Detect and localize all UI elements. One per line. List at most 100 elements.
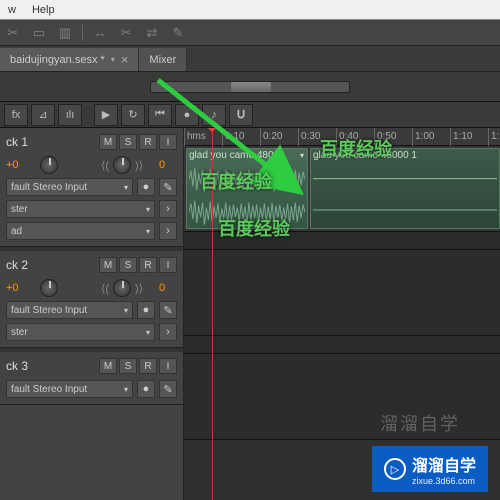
- tab-file-label: baidujingyan.sesx *: [10, 54, 105, 66]
- track-2-volume[interactable]: +0: [6, 282, 36, 294]
- record-button[interactable]: ●: [175, 104, 199, 126]
- waveform-icon: [313, 163, 497, 226]
- logo-badge: ▷ 溜溜自学 zixue.3d66.com: [372, 446, 488, 492]
- ruler-tick: 1:20: [488, 128, 500, 146]
- input-edit-icon[interactable]: ✎: [159, 380, 177, 398]
- input-edit-icon[interactable]: ✎: [159, 301, 177, 319]
- timeline-area[interactable]: hms 0:10 0:20 0:30 0:40 0:50 1:00 1:10 1…: [184, 128, 500, 500]
- track-2-lane[interactable]: [184, 250, 500, 336]
- tool-brush-icon[interactable]: ✎: [169, 24, 187, 42]
- chevron-down-icon: ▾: [146, 205, 150, 214]
- pan-knob[interactable]: [113, 156, 131, 174]
- chevron-down-icon: ▾: [146, 328, 150, 337]
- clip-2-label: glad you came 48000 1: [313, 150, 417, 161]
- solo-button[interactable]: S: [119, 257, 137, 273]
- transport-toolbar: fx ⊿ ılı ▶ ↻ ⏮ ● ♪: [0, 102, 500, 128]
- ruler-tick: 0:30: [298, 128, 320, 146]
- eq-button[interactable]: ılı: [58, 104, 82, 126]
- playhead[interactable]: [212, 128, 213, 500]
- track-2-input[interactable]: fault Stereo Input▾: [6, 301, 133, 319]
- solo-button[interactable]: S: [119, 134, 137, 150]
- play-icon: ▷: [384, 458, 406, 480]
- tabbar: baidujingyan.sesx * ▾ × Mixer: [0, 46, 500, 72]
- input-record-icon[interactable]: ●: [137, 178, 155, 196]
- audio-clip-2[interactable]: glad you came 48000 1: [310, 148, 500, 229]
- track-1-bus[interactable]: ad▾: [6, 222, 155, 240]
- chevron-down-icon[interactable]: ▾: [111, 55, 115, 64]
- play-button[interactable]: ▶: [94, 104, 118, 126]
- time-ruler[interactable]: hms 0:10 0:20 0:30 0:40 0:50 1:00 1:10 1…: [184, 128, 500, 146]
- logo-text: 溜溜自学: [412, 452, 476, 476]
- track-3-name[interactable]: ck 3: [6, 359, 28, 373]
- track-1-input[interactable]: fault Stereo Input▾: [6, 178, 133, 196]
- track-1-msr: M S R I: [99, 134, 177, 150]
- loop-button[interactable]: ↻: [121, 104, 145, 126]
- skip-back-button[interactable]: ⏮: [148, 104, 172, 126]
- send-button[interactable]: ⊿: [31, 104, 55, 126]
- mute-button[interactable]: M: [99, 358, 117, 374]
- monitor-button[interactable]: I: [159, 134, 177, 150]
- menu-w[interactable]: w: [8, 4, 16, 16]
- track-1-lane[interactable]: glad you came 48000 ▾ glad you came 4800…: [184, 146, 500, 232]
- record-arm-button[interactable]: R: [139, 358, 157, 374]
- menu-help[interactable]: Help: [32, 4, 55, 16]
- track-3-input[interactable]: fault Stereo Input▾: [6, 380, 133, 398]
- track-3-lane[interactable]: [184, 354, 500, 440]
- track-2-msr: M S R I: [99, 257, 177, 273]
- track-3-msr: M S R I: [99, 358, 177, 374]
- track-1-name[interactable]: ck 1: [6, 135, 28, 149]
- zoom-grip[interactable]: [231, 82, 271, 92]
- track-1-output[interactable]: ster▾: [6, 200, 155, 218]
- track-2-name[interactable]: ck 2: [6, 258, 28, 272]
- input-record-icon[interactable]: ●: [137, 301, 155, 319]
- tool-cut-icon[interactable]: ✂: [4, 24, 22, 42]
- track-2-output[interactable]: ster▾: [6, 323, 155, 341]
- fx-button[interactable]: fx: [4, 104, 28, 126]
- track-1-pan[interactable]: 0: [147, 159, 177, 171]
- output-arrow-icon[interactable]: ›: [159, 200, 177, 218]
- volume-knob[interactable]: [40, 279, 58, 297]
- solo-button[interactable]: S: [119, 358, 137, 374]
- ruler-tick: 0:10: [222, 128, 244, 146]
- tool-razor-icon[interactable]: ✂: [117, 24, 135, 42]
- monitor-button[interactable]: I: [159, 257, 177, 273]
- output-arrow-icon[interactable]: ›: [159, 323, 177, 341]
- ruler-hms: hms: [184, 128, 206, 146]
- track-1-volume[interactable]: +0: [6, 159, 36, 171]
- monitor-button[interactable]: I: [159, 358, 177, 374]
- chevron-down-icon: ▾: [124, 385, 128, 394]
- mute-button[interactable]: M: [99, 134, 117, 150]
- tab-mixer-label: Mixer: [149, 54, 176, 66]
- zoom-scrollbar[interactable]: [150, 81, 350, 93]
- close-icon[interactable]: ×: [121, 52, 129, 67]
- tool-wave-icon[interactable]: ▭: [30, 24, 48, 42]
- record-arm-button[interactable]: R: [139, 257, 157, 273]
- tool-multitrack-icon[interactable]: ▥: [56, 24, 74, 42]
- chevron-down-icon: ▾: [124, 183, 128, 192]
- pan-knob[interactable]: [113, 279, 131, 297]
- bus-arrow-icon[interactable]: ›: [159, 222, 177, 240]
- tab-mixer[interactable]: Mixer: [139, 48, 187, 71]
- chevron-down-icon[interactable]: ▾: [300, 151, 304, 160]
- input-edit-icon[interactable]: ✎: [159, 178, 177, 196]
- track-3: ck 3 M S R I fault Stereo Input▾ ● ✎: [0, 352, 183, 405]
- tool-move-icon[interactable]: ↔: [91, 24, 109, 42]
- track-2-pan[interactable]: 0: [147, 282, 177, 294]
- ruler-tick: 0:20: [260, 128, 282, 146]
- ruler-tick: 0:50: [374, 128, 396, 146]
- record-arm-button[interactable]: R: [139, 134, 157, 150]
- track-1: ck 1 M S R I +0 ⟨( )⟩ 0 fault Stereo Inp…: [0, 128, 183, 247]
- audio-clip-1[interactable]: glad you came 48000 ▾: [186, 148, 308, 229]
- track-panel: ck 1 M S R I +0 ⟨( )⟩ 0 fault Stereo Inp…: [0, 128, 184, 500]
- tab-file[interactable]: baidujingyan.sesx * ▾ ×: [0, 48, 139, 71]
- volume-knob[interactable]: [40, 156, 58, 174]
- logo-site: zixue.3d66.com: [412, 476, 476, 486]
- menubar: w Help: [0, 0, 500, 20]
- clip-1-label: glad you came 48000: [189, 150, 285, 161]
- chevron-down-icon: ▾: [124, 306, 128, 315]
- metronome-button[interactable]: ♪: [202, 104, 226, 126]
- tool-slip-icon[interactable]: ⇄: [143, 24, 161, 42]
- mute-button[interactable]: M: [99, 257, 117, 273]
- snap-button[interactable]: [229, 104, 253, 126]
- input-record-icon[interactable]: ●: [137, 380, 155, 398]
